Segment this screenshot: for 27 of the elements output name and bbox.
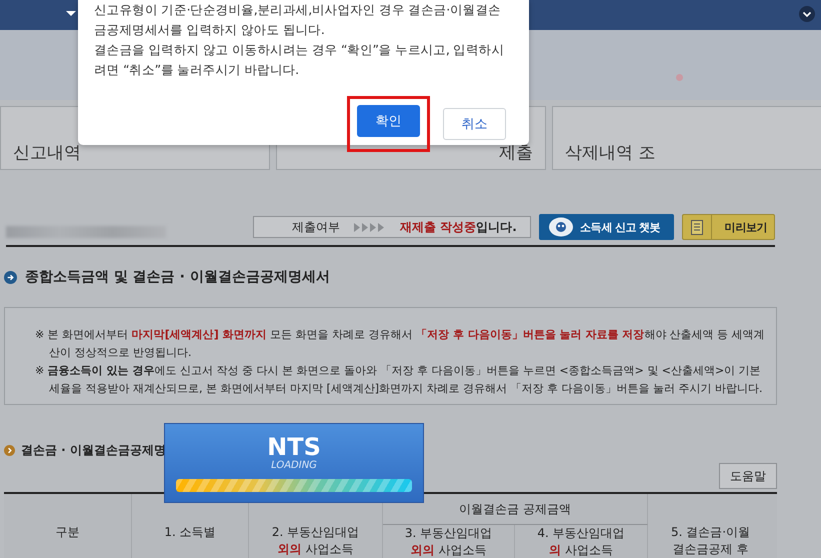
arrow-right-icon bbox=[4, 270, 17, 284]
dialog-message: 결손금을 입력하지 않고 이동하시려는 경우 “확인”을 누르시고, 입력하시려면 “취소”를 눌러주시기 바랍니다. bbox=[94, 41, 506, 79]
bullet-icon bbox=[4, 444, 15, 456]
column-header: 4. 부동산임대업 의 사업소득 bbox=[515, 525, 648, 558]
status-text: 재제출 작성중입니다. bbox=[400, 218, 517, 236]
preview-button[interactable]: 미리보기 bbox=[682, 214, 775, 240]
page-title: 종합소득금액 및 결손금 · 이월결손금공제명세서 bbox=[25, 268, 330, 286]
dialog-message: 신고유형이 기준·단순경비율,분리과세,비사업자인 경우 결손금·이월결손금공제명세서를 입력하지 않아도 됩니다. bbox=[94, 1, 502, 39]
robot-icon bbox=[548, 217, 574, 237]
column-header: 5. 결손금·이월 결손금공제 후 bbox=[670, 524, 752, 558]
status-label: 제출여부 bbox=[292, 218, 340, 236]
cancel-button[interactable]: 취소 bbox=[443, 108, 506, 140]
notice-text: ※ 본 화면에서부터 마지막[세액계산] 화면까지 모든 화면을 차례로 경유해서 「저장 후 다음이동」버튼을 눌러 자료를 저장해야 산출세액 등 세액계산이 정상적으로 반영됩니다. bbox=[35, 327, 766, 361]
notice-text: ※ 금융소득이 있는 경우에도 신고서 작성 중 다시 본 화면으로 돌아와 「저장 후 다음이동」버튼을 누르면 <종합소득금액> 및 <산출세액>이 기본세율을 적용받아 재계산되므로, 본 화면에서부터 마지막 [세액계산]화면까지 차례로 경유해서 「저장 후 다음이동」버튼을 눌러 주시기 바랍니다. bbox=[35, 363, 764, 397]
chatbot-button[interactable]: 소득세 신고 챗봇 bbox=[539, 214, 674, 240]
column-header: 3. 부동산임대업 외의 사업소득 bbox=[383, 525, 515, 558]
section-title: 결손금 · 이월결손금공제명 bbox=[21, 442, 166, 458]
decorative-dot bbox=[676, 74, 683, 81]
help-button[interactable]: 도움말 bbox=[719, 463, 777, 489]
document-icon bbox=[691, 220, 703, 234]
column-header: 구분 bbox=[4, 494, 132, 558]
loading-logo-text: NTS bbox=[267, 434, 321, 460]
confirm-button[interactable]: 확인 bbox=[357, 105, 420, 137]
loading-label: LOADING bbox=[271, 460, 317, 471]
arrows-icon bbox=[354, 222, 386, 232]
chevron-down-icon[interactable] bbox=[799, 6, 815, 22]
tab[interactable]: 삭제내역 조 bbox=[552, 106, 821, 170]
